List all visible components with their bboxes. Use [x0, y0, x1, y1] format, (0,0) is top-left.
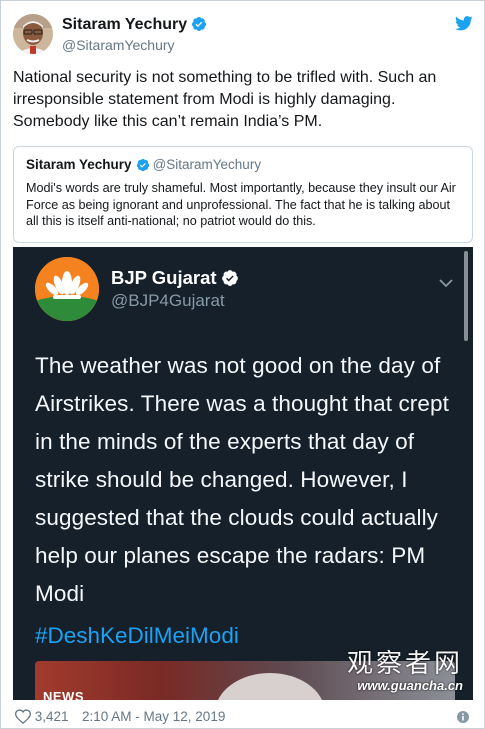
heart-icon — [14, 709, 32, 725]
media-tweet-text: The weather was not good on the day of A… — [35, 353, 449, 606]
twitter-bird-icon[interactable] — [455, 16, 473, 36]
media-author-name-text: BJP Gujarat — [111, 267, 217, 288]
quoted-author-handle[interactable]: @SitaramYechury — [153, 157, 262, 172]
tweet-header: Sitaram Yechury @SitaramYechury — [13, 14, 473, 58]
media-hashtag: #DeshKeDilMeiModi — [35, 623, 239, 648]
tweet-text: National security is not something to be… — [13, 69, 437, 130]
tweet-timestamp[interactable]: 2:10 AM - May 12, 2019 — [82, 709, 225, 724]
author-name[interactable]: Sitaram Yechury — [62, 16, 207, 37]
watermark-chinese: 观察者网 — [346, 649, 463, 679]
media-image[interactable]: BJP Gujarat @BJP4Gujarat The weather was… — [13, 247, 473, 700]
tweet-footer: 3,421 2:10 AM - May 12, 2019 — [14, 709, 471, 727]
verified-badge-icon — [136, 158, 150, 175]
like-count: 3,421 — [34, 709, 69, 724]
bjp-logo-icon — [35, 257, 99, 321]
media-author-name: BJP Gujarat — [111, 267, 239, 292]
quoted-text: Modi's words are truly shameful. Most im… — [26, 181, 456, 228]
tweet-card: Sitaram Yechury @SitaramYechury National… — [0, 0, 485, 729]
media-author-handle: @BJP4Gujarat — [111, 291, 225, 310]
verified-badge-icon — [221, 269, 239, 292]
quoted-author-name[interactable]: Sitaram Yechury — [26, 157, 132, 172]
like-button[interactable]: 3,421 — [14, 709, 69, 725]
verified-badge-icon — [191, 16, 207, 37]
author-name-text[interactable]: Sitaram Yechury — [62, 16, 187, 33]
author-handle[interactable]: @SitaramYechury — [62, 37, 175, 53]
info-icon[interactable] — [457, 711, 469, 726]
video-person — [215, 673, 325, 700]
quoted-tweet[interactable]: Sitaram Yechury @SitaramYechury Modi's wo… — [13, 146, 473, 243]
chevron-down-icon — [439, 275, 453, 293]
quoted-author[interactable]: Sitaram Yechury @SitaramYechury — [26, 157, 261, 175]
author-avatar[interactable] — [13, 14, 53, 54]
watermark-url: www.guancha.cn — [357, 678, 463, 693]
video-news-label: NEWS — [43, 689, 84, 700]
media-scrollbar — [464, 251, 468, 341]
watermark: 观察者网 www.guancha.cn — [347, 643, 463, 693]
